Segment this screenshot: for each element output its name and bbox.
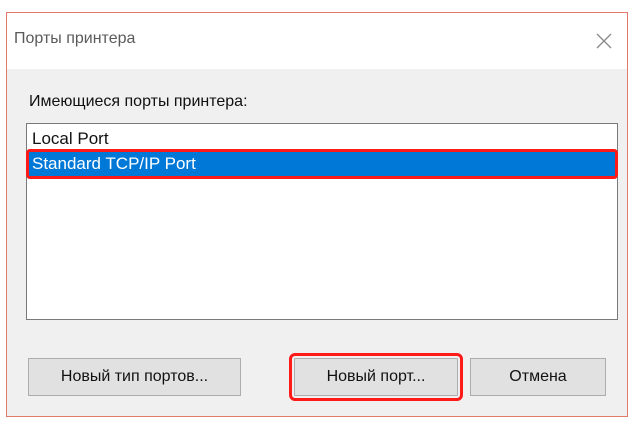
port-item-standard-tcpip[interactable]: Standard TCP/IP Port [26, 149, 618, 179]
new-port-type-button[interactable]: Новый тип портов... [28, 358, 241, 396]
port-item-local-port[interactable]: Local Port [28, 128, 616, 150]
close-icon [596, 33, 612, 49]
background-tab-strip [0, 0, 635, 12]
dialog-title: Порты принтера [14, 30, 136, 47]
printer-ports-dialog: Порты принтера Имеющиеся порты принтера:… [6, 12, 628, 417]
ports-listbox[interactable]: Local Port Standard TCP/IP Port [26, 123, 618, 320]
available-ports-label: Имеющиеся порты принтера: [29, 93, 248, 110]
cancel-button[interactable]: Отмена [470, 358, 606, 396]
title-bar: Порты принтера [7, 13, 627, 69]
new-port-button[interactable]: Новый порт... [289, 353, 463, 401]
close-button[interactable] [581, 21, 627, 61]
